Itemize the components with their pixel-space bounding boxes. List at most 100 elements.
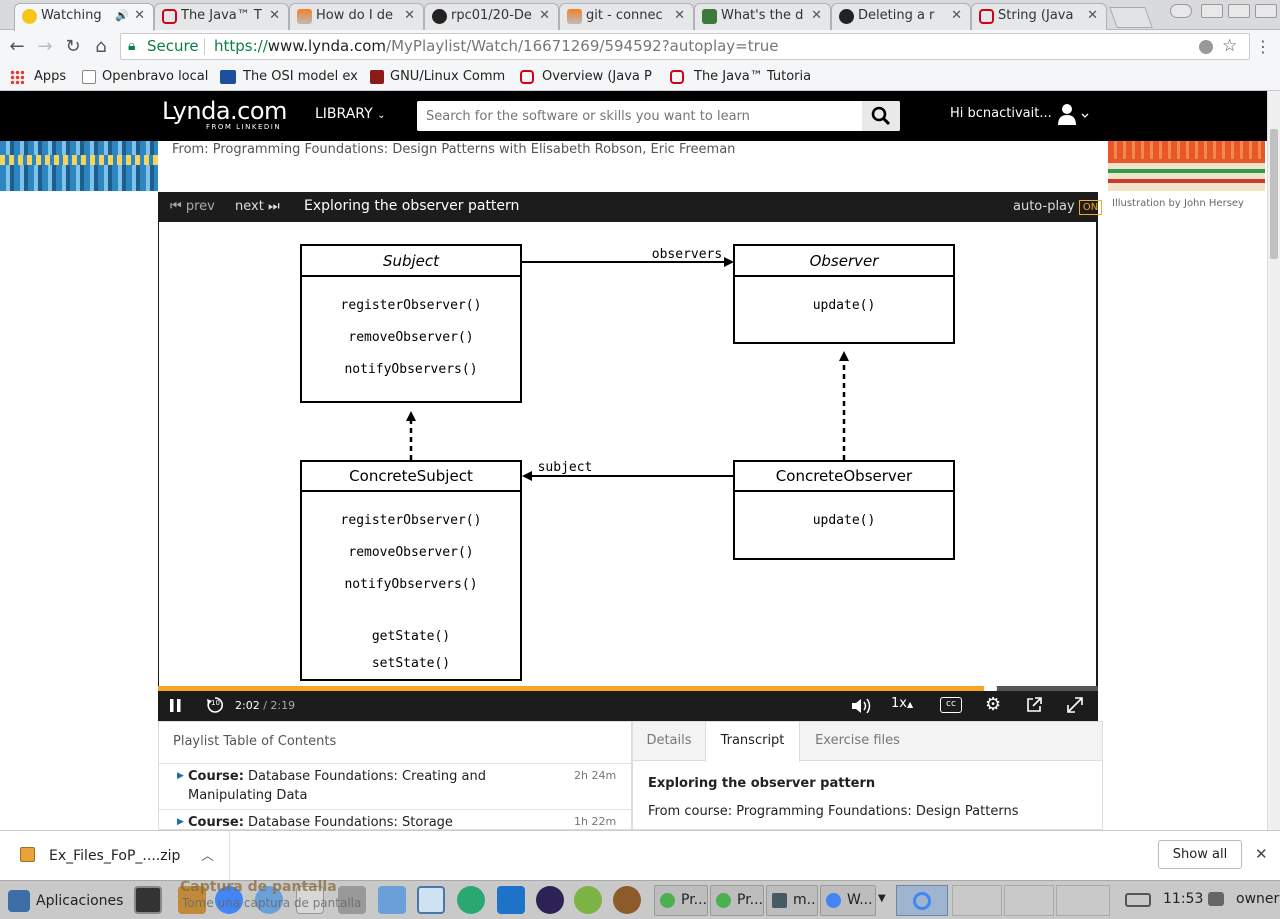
- close-tab-icon[interactable]: ✕: [1087, 4, 1098, 28]
- secure-label: Secure: [147, 37, 199, 55]
- close-tab-icon[interactable]: ✕: [269, 4, 280, 28]
- virtualbox-icon[interactable]: [417, 886, 445, 914]
- fullscreen-button[interactable]: [1066, 696, 1084, 718]
- github-favicon-icon: [432, 9, 447, 24]
- folder-icon[interactable]: [378, 886, 406, 914]
- acorn-icon[interactable]: [613, 886, 641, 914]
- settings-gear-icon[interactable]: ⚙: [985, 694, 1001, 715]
- tab-exercise-files[interactable]: Exercise files: [800, 722, 915, 761]
- blocked-cookie-icon[interactable]: [1199, 40, 1213, 54]
- forward-arrow-icon[interactable]: →: [34, 36, 56, 58]
- chrome-menu-icon[interactable]: ⋮: [1252, 36, 1274, 58]
- chevron-up-icon[interactable]: ︿: [201, 845, 214, 864]
- search-button[interactable]: [862, 101, 900, 131]
- nw-favicon-icon: [220, 70, 236, 84]
- search-box[interactable]: [417, 101, 900, 131]
- video-frame[interactable]: Subject registerObserver() removeObserve…: [159, 222, 1096, 688]
- close-tab-icon[interactable]: ✕: [539, 4, 550, 28]
- back-arrow-icon[interactable]: ←: [6, 36, 28, 58]
- closed-captions-button[interactable]: cc: [940, 697, 962, 713]
- tab-github-deleting[interactable]: Deleting a r ✕: [831, 3, 971, 30]
- taskbar-window[interactable]: Pr...: [654, 885, 708, 916]
- bookmark-star-icon[interactable]: ☆: [1222, 34, 1237, 59]
- tab-java-tutorial[interactable]: The Java™ T ✕: [154, 3, 289, 30]
- close-tab-icon[interactable]: ✕: [134, 4, 145, 28]
- toc-item[interactable]: ▶ Course: Database Foundations: Storage …: [159, 810, 631, 830]
- user-greeting[interactable]: Hi bcnactivait...: [950, 106, 1052, 121]
- observers-label: observers: [652, 247, 722, 262]
- close-tab-icon[interactable]: ✕: [674, 4, 685, 28]
- workspace-4[interactable]: [1056, 885, 1110, 916]
- close-downloads-icon[interactable]: ✕: [1255, 845, 1268, 863]
- bookmark-java-tutorials[interactable]: The Java™ Tutoria: [670, 67, 811, 87]
- taskbar-window[interactable]: Pr...: [710, 885, 764, 916]
- power-icon[interactable]: [1208, 892, 1224, 906]
- bookmark-apps[interactable]: Apps: [10, 67, 66, 87]
- tab-whats-the[interactable]: What's the d ✕: [694, 3, 831, 30]
- vscode-icon[interactable]: [497, 886, 525, 914]
- prev-button[interactable]: ⏮︎ prev: [170, 199, 215, 214]
- library-menu[interactable]: LIBRARY ⌄: [315, 106, 386, 122]
- clock[interactable]: 11:53: [1163, 891, 1203, 907]
- concrete-subject-method: registerObserver(): [341, 513, 482, 528]
- speaker-icon[interactable]: 🔊: [115, 4, 129, 28]
- tab-title: The Java™ T: [181, 8, 262, 23]
- bookmark-overview-java[interactable]: Overview (Java P: [520, 67, 652, 87]
- subject-association-arrow: subject: [522, 460, 734, 481]
- page-scrollbar[interactable]: [1267, 91, 1280, 830]
- pause-button[interactable]: [169, 696, 183, 718]
- minimize-window-button[interactable]: [1201, 4, 1223, 18]
- username[interactable]: owner: [1236, 891, 1279, 907]
- android-studio-icon[interactable]: [574, 886, 602, 914]
- show-all-button[interactable]: Show all: [1158, 840, 1242, 869]
- tab-github-rpc01[interactable]: rpc01/20-De ✕: [424, 3, 559, 30]
- address-bar[interactable]: 🔒︎ Secure https://www.lynda.com/MyPlayli…: [120, 33, 1250, 60]
- close-tab-icon[interactable]: ✕: [404, 4, 415, 28]
- taskbar-window[interactable]: W...: [820, 885, 876, 916]
- workspace-3[interactable]: [1004, 885, 1054, 916]
- bookmark-openbravo[interactable]: Openbravo local: [82, 67, 208, 87]
- tab-stackoverflow-how-do-i[interactable]: How do I de ✕: [289, 3, 424, 30]
- volume-button[interactable]: [850, 696, 874, 720]
- terminal-icon[interactable]: [134, 886, 162, 914]
- scrollbar-thumb[interactable]: [1270, 129, 1278, 259]
- workspace-1[interactable]: [896, 885, 948, 916]
- eclipse-icon[interactable]: [536, 886, 564, 914]
- home-icon[interactable]: ⌂: [90, 36, 112, 58]
- rewind-10-button[interactable]: 10: [205, 695, 225, 719]
- next-button[interactable]: next ⏭︎: [235, 199, 280, 214]
- new-tab-button[interactable]: [1109, 7, 1153, 28]
- subject-class-box: Subject registerObserver() removeObserve…: [300, 244, 522, 403]
- observer-title: Observer: [810, 252, 880, 270]
- maximize-window-button[interactable]: [1228, 4, 1250, 18]
- close-window-button[interactable]: [1255, 4, 1277, 18]
- tab-string-java[interactable]: String (Java ✕: [971, 3, 1107, 30]
- window-list-dropdown-icon[interactable]: ▼: [878, 893, 886, 904]
- lynda-logo[interactable]: Lynda.com FROM LINKEDIN: [162, 98, 287, 131]
- bookmark-gnu-linux[interactable]: GNU/Linux Comm: [370, 67, 505, 87]
- download-item[interactable]: Ex_Files_FoP_....zip ︿: [0, 831, 230, 880]
- tab-watching[interactable]: Watching 🔊 ✕: [14, 3, 154, 31]
- profile-icon[interactable]: [1170, 4, 1192, 18]
- reload-icon[interactable]: ↻: [62, 36, 84, 58]
- close-tab-icon[interactable]: ✕: [951, 4, 962, 28]
- speed-label: 1x: [891, 696, 907, 711]
- autoplay-toggle[interactable]: auto-play ON: [1013, 199, 1103, 215]
- atom-icon[interactable]: [457, 886, 485, 914]
- user-avatar-icon[interactable]: [1058, 103, 1092, 131]
- playback-speed-button[interactable]: 1x▲: [891, 696, 913, 711]
- close-tab-icon[interactable]: ✕: [811, 4, 822, 28]
- applications-menu[interactable]: Aplicaciones: [4, 886, 123, 916]
- illustration-credit: Illustration by John Hersey: [1112, 198, 1244, 209]
- network-icon[interactable]: [1125, 893, 1151, 907]
- popout-button[interactable]: [1025, 696, 1043, 718]
- taskbar-window[interactable]: m...: [766, 885, 818, 916]
- toc-item[interactable]: ▶ Course: Database Foundations: Creating…: [159, 764, 631, 810]
- tab-git-connect[interactable]: git - connec ✕: [559, 3, 694, 30]
- bookmark-osi-model[interactable]: The OSI model ex: [220, 67, 358, 87]
- search-input[interactable]: [417, 101, 862, 131]
- popout-icon: [1027, 697, 1042, 712]
- tab-details[interactable]: Details: [633, 722, 705, 761]
- workspace-2[interactable]: [952, 885, 1002, 916]
- tab-transcript[interactable]: Transcript: [705, 722, 800, 762]
